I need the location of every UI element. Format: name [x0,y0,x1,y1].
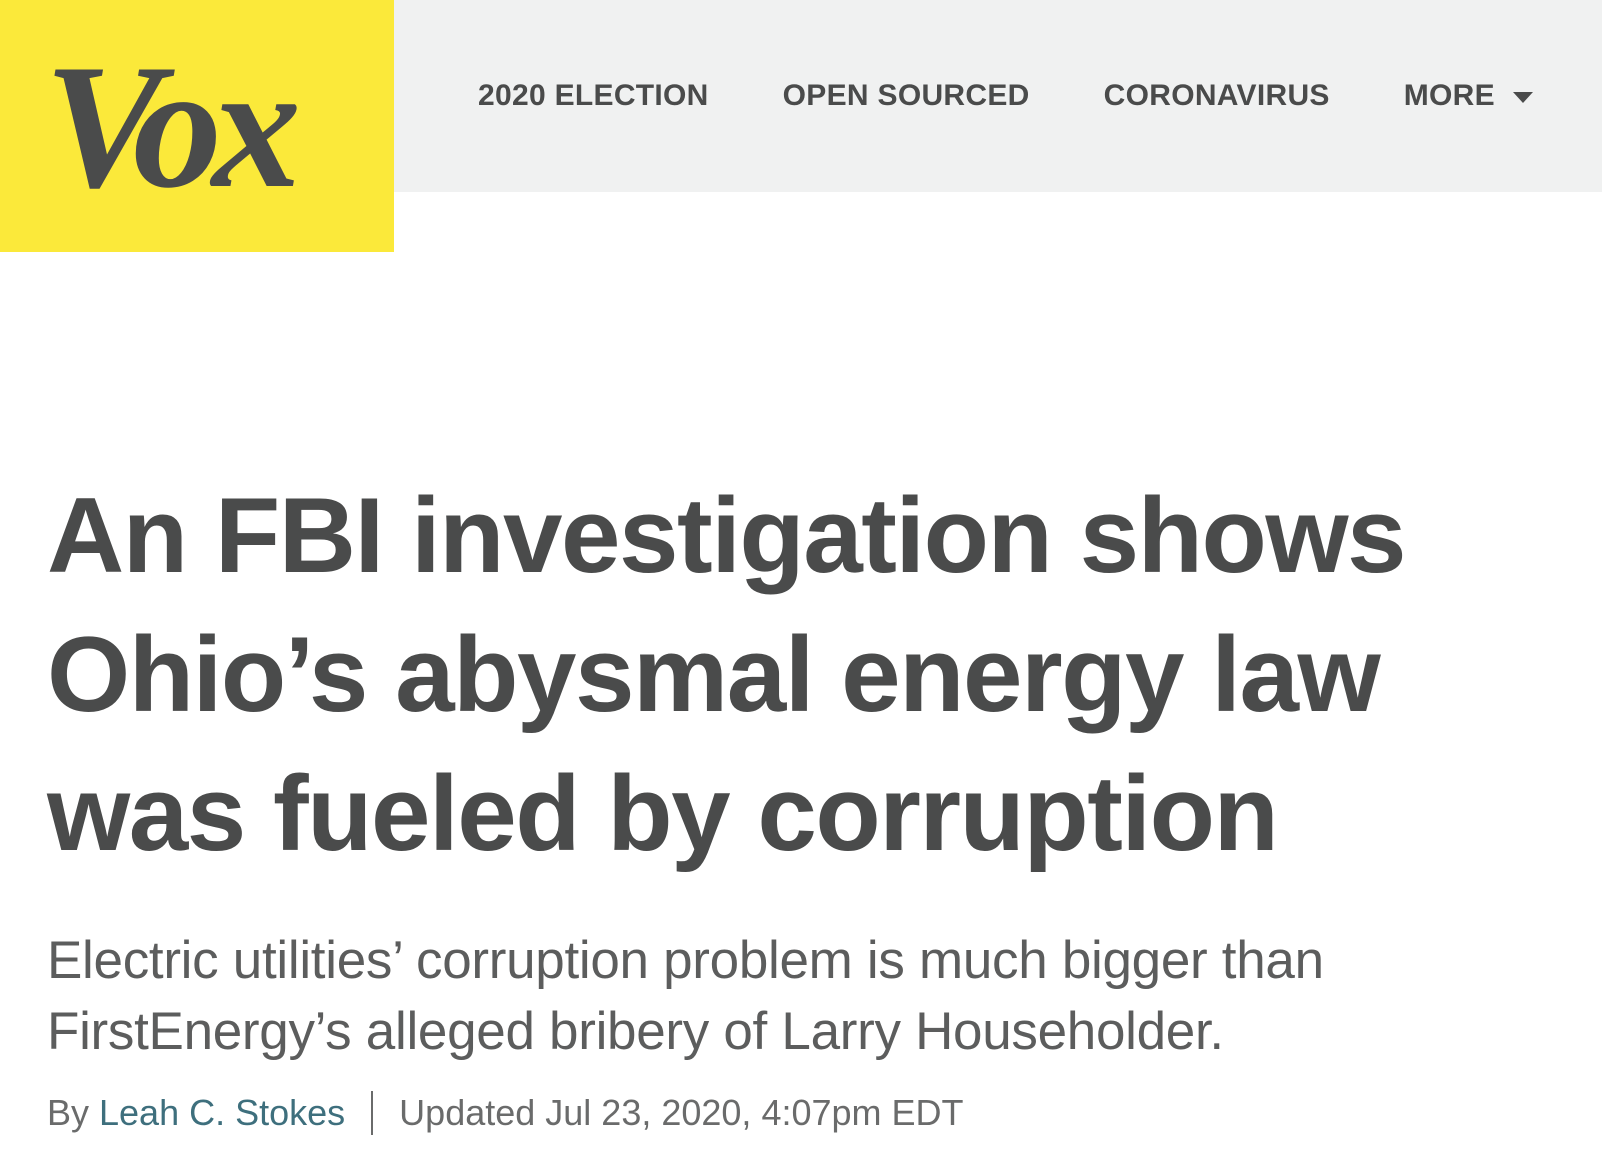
nav-item-2020-election[interactable]: 2020 ELECTION [478,79,709,113]
nav-item-open-sourced[interactable]: OPEN SOURCED [783,79,1030,113]
chevron-down-icon [1512,91,1533,103]
nav-item-label: CORONAVIRUS [1103,79,1330,112]
article-dek: Electric utilities’ corruption problem i… [47,931,1324,1061]
nav-item-coronavirus[interactable]: CORONAVIRUS [1104,79,1330,113]
byline: By Leah C. Stokes Updated Jul 23, 2020, … [47,1088,964,1138]
main-nav: 2020 ELECTION OPEN SOURCED CORONAVIRUS M… [478,72,1533,120]
nav-item-label: OPEN SOURCED [782,79,1030,112]
byline-prefix: By [47,1092,90,1133]
nav-item-label: 2020 ELECTION [478,79,709,112]
vox-logo-wordmark: Vox [44,27,307,225]
updated-timestamp: Updated Jul 23, 2020, 4:07pm EDT [399,1092,964,1133]
nav-item-more[interactable]: MORE [1404,79,1533,113]
byline-divider [371,1091,374,1135]
author-link[interactable]: Leah C. Stokes [99,1092,345,1134]
vox-logo[interactable]: Vox [0,0,394,252]
svg-text:Vox: Vox [44,27,297,225]
nav-item-label: MORE [1403,79,1495,112]
article-headline: An FBI investigation shows Ohio’s abysma… [47,475,1407,873]
